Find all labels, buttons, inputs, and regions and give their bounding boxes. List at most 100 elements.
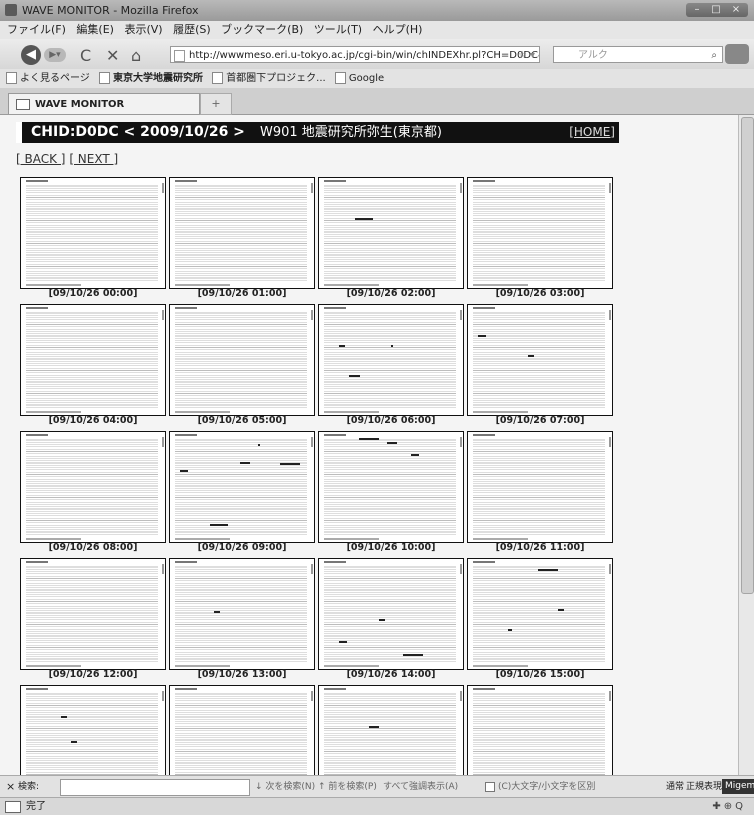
seismogram-thumbnail[interactable]	[318, 431, 464, 543]
seismogram-thumbnail[interactable]	[169, 431, 315, 543]
checkbox-icon[interactable]	[485, 781, 495, 792]
seismogram-lines	[26, 438, 158, 536]
seismogram-thumbnail[interactable]	[20, 431, 166, 543]
menu-edit[interactable]: 編集(E)	[76, 23, 114, 36]
bookmark-google[interactable]: Google	[334, 72, 384, 84]
migemo-mode-button[interactable]: Migemo	[722, 779, 754, 794]
extension-icon[interactable]	[725, 44, 749, 64]
seismogram-cell[interactable]: [09/10/26 15:00]	[467, 558, 613, 683]
seismogram-ft	[324, 411, 379, 413]
new-tab-button[interactable]: +	[200, 93, 232, 115]
find-input[interactable]	[60, 779, 250, 796]
maximize-icon[interactable]: □	[708, 3, 724, 17]
seismogram-sb	[162, 183, 164, 193]
search-input[interactable]: アルク ⌕	[553, 46, 723, 63]
reload-icon[interactable]: C	[80, 46, 91, 65]
seismogram-hd	[324, 688, 346, 690]
seismogram-ft	[473, 411, 528, 413]
seismogram-cell[interactable]: [09/10/26 03:00]	[467, 177, 613, 302]
scrollbar-thumb[interactable]	[741, 117, 754, 594]
status-bar: 完了 ✚⊕Q	[0, 797, 754, 815]
seismogram-cell[interactable]: [09/10/26 07:00]	[467, 304, 613, 429]
tab-bar: WAVE MONITOR +	[0, 88, 754, 115]
seismogram-cell[interactable]: [09/10/26 14:00]	[318, 558, 464, 683]
seismogram-thumbnail[interactable]	[467, 431, 613, 543]
menu-tools[interactable]: ツール(T)	[314, 23, 362, 36]
normal-mode-button[interactable]: 通常	[666, 776, 684, 798]
seismogram-cell[interactable]: [09/10/26 12:00]	[20, 558, 166, 683]
highlight-all-button[interactable]: すべて強調表示(A)	[383, 776, 458, 798]
seismogram-cell[interactable]: [09/10/26 05:00]	[169, 304, 315, 429]
seismogram-hd	[473, 434, 495, 436]
close-find-icon[interactable]: ×	[6, 776, 15, 798]
seismogram-thumbnail[interactable]	[20, 304, 166, 416]
vertical-scrollbar[interactable]	[738, 115, 754, 775]
seismogram-cell[interactable]: [09/10/26 08:00]	[20, 431, 166, 556]
match-case-checkbox[interactable]: (C)大文字/小文字を区別	[485, 776, 595, 798]
bookmark-star-icon[interactable]: ☆ ▾	[518, 47, 535, 62]
seismogram-lines	[26, 184, 158, 282]
seismogram-cell[interactable]: [09/10/26 09:00]	[169, 431, 315, 556]
seismogram-cell[interactable]: [09/10/26 11:00]	[467, 431, 613, 556]
seismogram-hd	[26, 434, 48, 436]
find-label: 検索:	[18, 782, 40, 792]
menu-help[interactable]: ヘルプ(H)	[373, 23, 423, 36]
stop-icon[interactable]: ✕	[106, 46, 119, 65]
forward-arrow-icon[interactable]: ▶▾	[44, 48, 66, 62]
seismogram-cell[interactable]: [09/10/26 00:00]	[20, 177, 166, 302]
url-bar[interactable]: http://wwwmeso.eri.u-tokyo.ac.jp/cgi-bin…	[170, 46, 540, 63]
seismogram-caption: [09/10/26 00:00]	[48, 288, 138, 299]
seismogram-thumbnail[interactable]	[467, 177, 613, 289]
seismogram-thumbnail[interactable]	[318, 558, 464, 670]
window-controls[interactable]: – □ ×	[686, 3, 748, 17]
seismogram-ft	[175, 665, 230, 667]
seismogram-cell[interactable]	[169, 685, 315, 775]
seismogram-cell[interactable]	[467, 685, 613, 775]
back-arrow-icon[interactable]: ◀	[21, 45, 41, 65]
seismogram-cell[interactable]: [09/10/26 06:00]	[318, 304, 464, 429]
seismogram-thumbnail[interactable]	[20, 558, 166, 670]
seismogram-cell[interactable]: [09/10/26 13:00]	[169, 558, 315, 683]
seismogram-thumbnail[interactable]	[318, 177, 464, 289]
seismogram-cell[interactable]: [09/10/26 01:00]	[169, 177, 315, 302]
menu-file[interactable]: ファイル(F)	[7, 23, 66, 36]
seismogram-thumbnail[interactable]	[467, 685, 613, 775]
seismogram-thumbnail[interactable]	[169, 304, 315, 416]
minimize-icon[interactable]: –	[689, 3, 705, 17]
status-tray-icons[interactable]: ✚⊕Q	[712, 798, 746, 815]
seismogram-hd	[175, 688, 197, 690]
seismogram-thumbnail[interactable]	[169, 558, 315, 670]
home-link[interactable]: [HOME]	[569, 122, 615, 143]
seismogram-thumbnail[interactable]	[169, 177, 315, 289]
seismogram-cell[interactable]	[318, 685, 464, 775]
seismogram-cell[interactable]	[20, 685, 166, 775]
tab-wave-monitor[interactable]: WAVE MONITOR	[8, 93, 200, 114]
seismogram-thumbnail[interactable]	[20, 177, 166, 289]
seismogram-thumbnail[interactable]	[169, 685, 315, 775]
seismogram-thumbnail[interactable]	[318, 685, 464, 775]
regex-mode-button[interactable]: 正規表現	[686, 776, 722, 798]
waveform-burst	[71, 741, 77, 743]
bookmark-most-visited[interactable]: よく見るページ	[6, 72, 90, 84]
seismogram-cell[interactable]: [09/10/26 02:00]	[318, 177, 464, 302]
menu-bookmarks[interactable]: ブックマーク(B)	[221, 23, 303, 36]
seismogram-cell[interactable]: [09/10/26 04:00]	[20, 304, 166, 429]
home-icon[interactable]: ⌂	[131, 46, 141, 65]
find-previous-button[interactable]: ↑ 前を検索(P)	[318, 776, 377, 798]
seismogram-thumbnail[interactable]	[467, 304, 613, 416]
find-next-button[interactable]: ↓ 次を検索(N)	[255, 776, 315, 798]
waveform-burst	[558, 609, 564, 611]
menu-view[interactable]: 表示(V)	[124, 23, 162, 36]
close-window-icon[interactable]: ×	[727, 3, 745, 17]
next-link[interactable]: [ NEXT ]	[69, 152, 118, 166]
seismogram-hd	[175, 561, 197, 563]
seismogram-cell[interactable]: [09/10/26 10:00]	[318, 431, 464, 556]
menu-history[interactable]: 履歴(S)	[173, 23, 211, 36]
search-icon[interactable]: ⌕	[711, 47, 717, 64]
bookmark-eri[interactable]: 東京大学地震研究所	[99, 72, 203, 84]
seismogram-thumbnail[interactable]	[20, 685, 166, 775]
seismogram-thumbnail[interactable]	[318, 304, 464, 416]
seismogram-thumbnail[interactable]	[467, 558, 613, 670]
back-link[interactable]: [ BACK ]	[16, 152, 65, 166]
bookmark-project[interactable]: 首都圏下プロジェク...	[212, 72, 326, 84]
